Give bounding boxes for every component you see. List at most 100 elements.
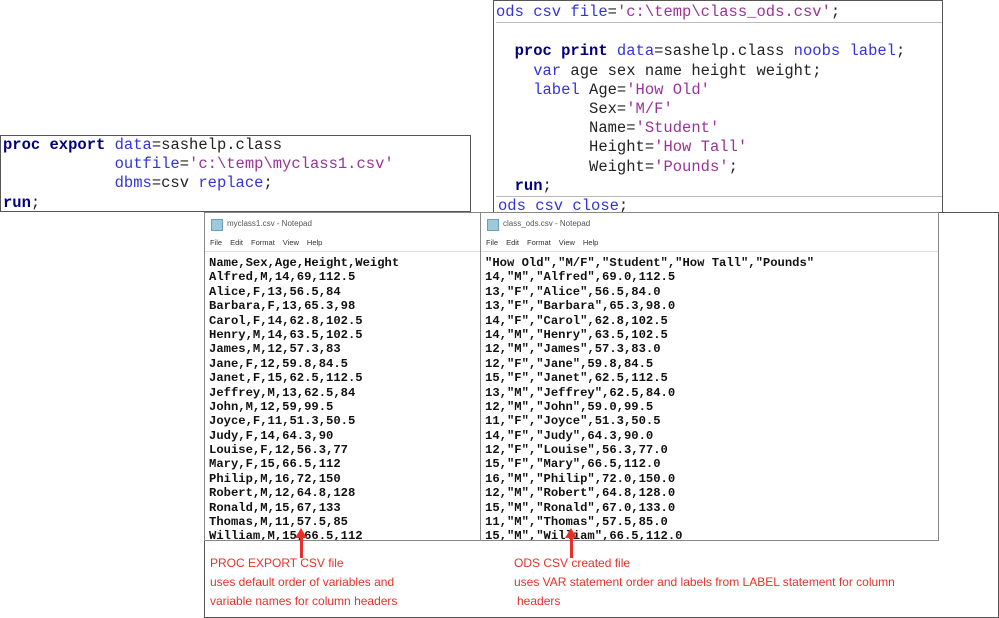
csv-line: 13,"M","Jeffrey",62.5,84.0 (485, 385, 676, 400)
csv-line: 14,"M","Henry",63.5,102.5 (485, 327, 668, 342)
window-title: myclass1.csv - Notepad (227, 219, 312, 228)
code-token: Weight= (496, 157, 655, 176)
annotation-line: variable names for column headers (210, 594, 398, 608)
notepad-icon (487, 219, 499, 231)
code-line: Height='How Tall' (496, 138, 942, 157)
code-line: label Age='How Old' (496, 81, 942, 100)
code-line: dbms=csv replace; (3, 174, 470, 193)
code-line: var age sex name height weight; (496, 62, 942, 81)
code-token: Age= (589, 80, 627, 99)
code-token: 'Student' (635, 119, 720, 138)
menu-bar: File Edit Format View Help (205, 235, 480, 252)
csv-line: 12,"M","James",57.3,83.0 (485, 342, 661, 357)
code-token: Name= (496, 119, 636, 138)
csv-line: Ronald,M,15,67,133 (209, 500, 341, 515)
code-token: = (179, 155, 190, 174)
code-token: ods csv file (496, 3, 608, 21)
menu-item-file[interactable]: File (486, 238, 498, 247)
csv-line: 16,"M","Philip",72.0,150.0 (485, 471, 676, 486)
code-token: run (3, 193, 31, 212)
code-line: outfile='c:\temp\myclass1.csv' (3, 155, 470, 174)
code-line: Weight='Pounds'; (496, 158, 942, 177)
csv-line: James,M,12,57.3,83 (209, 342, 341, 357)
code-token: 'Pounds' (654, 157, 729, 176)
notepad-icon (211, 219, 223, 231)
csv-line: Jane,F,12,59.8,84.5 (209, 356, 348, 371)
code-line: run; (496, 177, 942, 197)
csv-line: 12,"F","Louise",56.3,77.0 (485, 443, 668, 458)
csv-line: Name,Sex,Age,Height,Weight (209, 256, 400, 270)
code-token: outfile (3, 155, 180, 174)
menu-item-help[interactable]: Help (583, 238, 598, 247)
menu-item-format[interactable]: Format (527, 238, 551, 247)
code-token: =sashelp.class (654, 42, 794, 61)
csv-line: Philip,M,16,72,150 (209, 471, 341, 486)
csv-line: William,M,15,66.5,112 (209, 529, 363, 541)
code-token: 'c:\temp\class_ods.csv' (616, 3, 831, 21)
csv-line: 12,"M","Robert",64.8,128.0 (485, 486, 676, 501)
code-line: Sex='M/F' (496, 100, 942, 119)
csv-line: 14,"M","Alfred",69.0,112.5 (485, 270, 676, 285)
proc-export-annotation: PROC EXPORT CSV file uses default order o… (210, 554, 397, 611)
code-token: run (496, 176, 543, 195)
code-line: proc print data=sashelp.class noobs labe… (496, 42, 942, 61)
code-token: =sashelp.class (151, 136, 283, 154)
csv-line: Robert,M,12,64.8,128 (209, 486, 356, 501)
csv-line: 13,"F","Alice",56.5,84.0 (485, 284, 661, 299)
csv-line: 13,"F","Barbara",65.3,98.0 (485, 299, 676, 314)
menu-item-view[interactable]: View (283, 238, 299, 247)
menu-item-help[interactable]: Help (307, 238, 322, 247)
code-token: ; (896, 42, 906, 61)
csv-line: Joyce,F,11,51.3,50.5 (209, 414, 356, 429)
csv-line: 14,"F","Judy",64.3,90.0 (485, 428, 654, 443)
ods-csv-annotation: ODS CSV created file uses VAR statement o… (514, 554, 895, 611)
annotation-line: uses default order of variables and (210, 575, 395, 589)
csv-line: Alfred,M,14,69,112.5 (209, 270, 356, 285)
code-token: ; (542, 176, 552, 195)
notepad-title-bar: class_ods.csv - Notepad (481, 213, 938, 235)
notepad-window-myclass1[interactable]: myclass1.csv - Notepad File Edit Format Vie… (204, 212, 481, 541)
menu-item-view[interactable]: View (559, 238, 575, 247)
code-token: Sex= (496, 99, 627, 118)
csv-line: John,M,12,59,99.5 (209, 399, 334, 414)
proc-export-code-panel: proc export data=sashelp.class outfile='… (0, 135, 471, 212)
csv-line: 11,"M","Thomas",57.5,85.0 (485, 515, 668, 530)
menu-item-edit[interactable]: Edit (230, 238, 243, 247)
csv-line: 15,"M","Ronald",67.0,133.0 (485, 500, 676, 515)
csv-line: 12,"F","Jane",59.8,84.5 (485, 356, 654, 371)
code-token: 'How Old' (626, 80, 710, 99)
code-line: run; (3, 194, 470, 213)
csv-line: 15,"M","William",66.5,112.0 (485, 529, 683, 541)
code-token: age sex name height weight; (570, 61, 822, 80)
code-token: label (496, 80, 590, 99)
code-token: Height= (496, 138, 655, 157)
csv-line: Judy,F,14,64.3,90 (209, 428, 334, 443)
notepad-title-bar: myclass1.csv - Notepad (205, 213, 480, 235)
code-token: ; (830, 3, 841, 21)
code-token: = (607, 3, 617, 21)
notepad-text-area[interactable]: Name,Sex,Age,Height,Weight Alfred,M,14,69… (205, 252, 480, 541)
ods-csv-code-panel: ods csv file='c:\temp\class_ods.csv'; pr… (493, 0, 943, 215)
csv-line: Mary,F,15,66.5,112 (209, 457, 341, 472)
menu-bar: File Edit Format View Help (481, 235, 938, 252)
csv-line: 14,"F","Carol",62.8,102.5 (485, 313, 668, 328)
annotation-line: uses VAR statement order and labels from… (514, 575, 895, 589)
notepad-window-class-ods[interactable]: class_ods.csv - Notepad File Edit Format Vi… (480, 212, 939, 541)
code-token: ; (30, 193, 41, 212)
menu-item-edit[interactable]: Edit (506, 238, 519, 247)
csv-line: "How Old","M/F","Student","How Tall","Po… (485, 256, 815, 270)
code-token: data (114, 136, 152, 154)
code-line: Name='Student' (496, 119, 942, 138)
window-title: class_ods.csv - Notepad (503, 219, 591, 228)
csv-line: 12,"M","John",59.0,99.5 (485, 399, 654, 414)
annotation-line: PROC EXPORT CSV file (210, 556, 344, 570)
menu-item-format[interactable]: Format (251, 238, 275, 247)
csv-line: 15,"F","Mary",66.5,112.0 (485, 457, 661, 472)
code-line: proc export data=sashelp.class (3, 136, 470, 155)
notepad-text-area[interactable]: "How Old","M/F","Student","How Tall","Po… (481, 252, 938, 541)
code-line: ods csv file='c:\temp\class_ods.csv'; (496, 3, 942, 24)
code-token: proc export (3, 136, 115, 154)
menu-item-file[interactable]: File (210, 238, 222, 247)
code-token: ; (728, 157, 738, 176)
